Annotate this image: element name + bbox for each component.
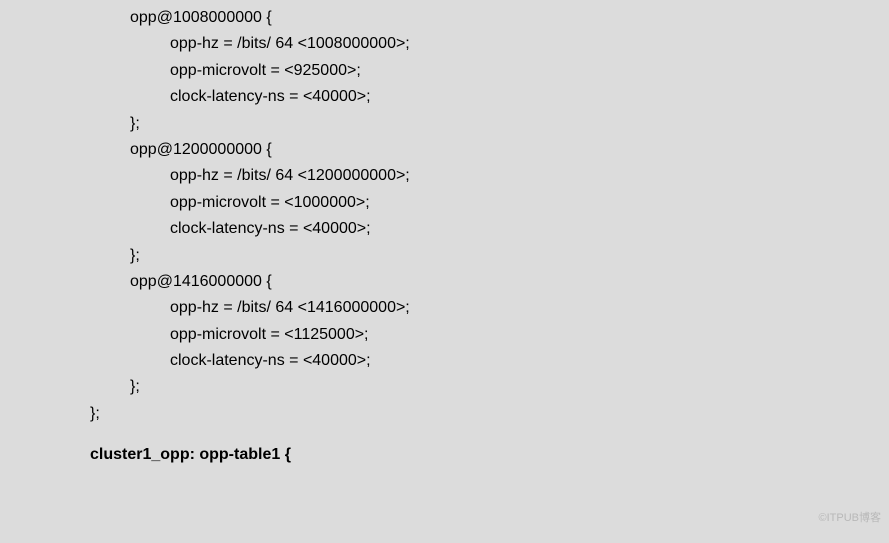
opp-block1-header: opp@1008000000 { xyxy=(0,5,889,31)
cluster1-header: cluster1_opp: opp-table1 { xyxy=(0,442,889,468)
opp-block1-close: }; xyxy=(0,111,889,137)
opp-block3-header: opp@1416000000 { xyxy=(0,269,889,295)
opp-block3-latency: clock-latency-ns = <40000>; xyxy=(0,348,889,374)
opp-block2-close: }; xyxy=(0,243,889,269)
opp-block1-microvolt: opp-microvolt = <925000>; xyxy=(0,58,889,84)
opp-block3-microvolt: opp-microvolt = <1125000>; xyxy=(0,322,889,348)
blank-line xyxy=(0,427,889,442)
opp-block1-hz: opp-hz = /bits/ 64 <1008000000>; xyxy=(0,31,889,57)
outer-close: }; xyxy=(0,401,889,427)
opp-block2-header: opp@1200000000 { xyxy=(0,137,889,163)
device-tree-code: opp@1008000000 { opp-hz = /bits/ 64 <100… xyxy=(0,0,889,469)
watermark: ©ITPUB博客 xyxy=(819,509,882,525)
opp-block2-latency: clock-latency-ns = <40000>; xyxy=(0,216,889,242)
opp-block2-hz: opp-hz = /bits/ 64 <1200000000>; xyxy=(0,163,889,189)
opp-block1-latency: clock-latency-ns = <40000>; xyxy=(0,84,889,110)
opp-block2-microvolt: opp-microvolt = <1000000>; xyxy=(0,190,889,216)
opp-block3-hz: opp-hz = /bits/ 64 <1416000000>; xyxy=(0,295,889,321)
opp-block3-close: }; xyxy=(0,374,889,400)
